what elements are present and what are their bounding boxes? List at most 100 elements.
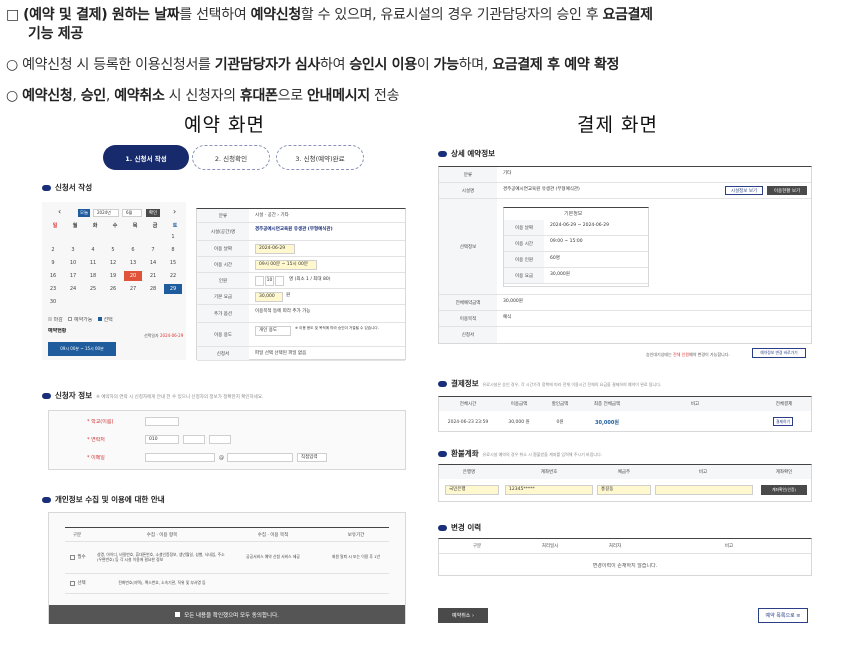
- email-id-input[interactable]: [145, 453, 215, 462]
- refund-header: 비고: [698, 470, 708, 475]
- form-input[interactable]: 30,000: [255, 292, 283, 302]
- calendar-day[interactable]: 24: [64, 284, 82, 294]
- calendar-day[interactable]: 18: [84, 271, 102, 281]
- selection-sub-label: 이용 인원: [504, 252, 544, 267]
- step-2[interactable]: 2. 신청확인: [192, 145, 270, 170]
- agree-all-label: 모든 내용을 확인했으며 모두 동의합니다.: [184, 612, 279, 619]
- step-3[interactable]: 3. 신청(예약)완료: [276, 145, 364, 170]
- intro-text-run: 를 선택하여: [179, 7, 251, 23]
- cancel-reservation-button[interactable]: 예약취소 ›: [438, 608, 488, 623]
- calendar-day[interactable]: 8: [164, 245, 182, 255]
- reservation-list-button[interactable]: 예약 목록으로 ≡: [758, 608, 808, 623]
- calendar-day[interactable]: 27: [124, 284, 142, 294]
- calendar-day[interactable]: 23: [44, 284, 62, 294]
- calendar-day[interactable]: 4: [84, 245, 102, 255]
- phone-prefix-select[interactable]: 010: [145, 435, 179, 444]
- basic-info-title: 기본정보: [564, 211, 583, 217]
- change-reservation-button[interactable]: 예약정보 변경 바로가기: [752, 348, 806, 358]
- guest-minus-button[interactable]: [255, 276, 264, 286]
- checkbox-icon[interactable]: [175, 612, 181, 617]
- privacy-header-type: 구분: [72, 533, 82, 538]
- privacy-type-optional: 선택: [77, 581, 86, 586]
- privacy-items-required: 성명, 아이디, 비밀번호, 휴대폰번호, 소셜인증정보, 생년월일, 성별, …: [97, 552, 225, 562]
- facility-info-button[interactable]: 시설정보 보기: [725, 186, 763, 195]
- calendar-day[interactable]: 1: [164, 232, 182, 242]
- calendar-day[interactable]: 12: [104, 258, 122, 268]
- calendar-day[interactable]: 6: [124, 245, 142, 255]
- guest-count-input[interactable]: 10: [265, 276, 274, 286]
- change-note-highlight: 전체 인원: [673, 352, 690, 357]
- selection-sub-value: 60명: [550, 256, 560, 261]
- calendar-day[interactable]: 9: [44, 258, 62, 268]
- calendar-prev-icon[interactable]: ‹: [58, 208, 61, 216]
- purpose-select[interactable]: 개인 용도: [255, 326, 291, 336]
- usage-status-button[interactable]: 이용현황 보기: [767, 186, 807, 195]
- phone-last-input[interactable]: [209, 435, 231, 444]
- step-1[interactable]: 1. 신청서 작성: [103, 145, 189, 170]
- pay-header: 전체결제: [775, 402, 793, 407]
- calendar-day[interactable]: 10: [64, 258, 82, 268]
- calendar-day[interactable]: 17: [64, 271, 82, 281]
- calendar-year-select[interactable]: 2024년: [93, 209, 119, 217]
- form-label: 기본 요금: [197, 289, 249, 304]
- calendar-day[interactable]: 2: [44, 245, 62, 255]
- email-domain-select[interactable]: 직접입력: [297, 453, 327, 462]
- selection-sub-label: 이용 날짜: [504, 220, 544, 235]
- calendar-confirm-button[interactable]: 확인: [146, 209, 160, 217]
- form-input[interactable]: 09시 00분 ~ 15시 00분: [255, 260, 317, 270]
- checkbox-icon[interactable]: [70, 554, 76, 560]
- refund-bank-select[interactable]: 국민은행: [445, 485, 499, 495]
- calendar-weekday: 수: [112, 223, 118, 229]
- intro-bold: 승인: [80, 88, 106, 104]
- calendar-legend: 마감 예약가능 선택: [48, 317, 113, 324]
- calendar-day[interactable]: 3: [64, 245, 82, 255]
- calendar-day[interactable]: 16: [44, 271, 62, 281]
- calendar-day[interactable]: 29: [164, 284, 182, 294]
- checkbox-icon[interactable]: [70, 580, 76, 586]
- time-slot-button[interactable]: 09시 00분 ~ 15시 00분: [48, 342, 116, 356]
- calendar-next-icon[interactable]: ›: [173, 208, 176, 216]
- refund-account-input[interactable]: 12345*****: [505, 485, 593, 495]
- pay-button[interactable]: 결제하기: [773, 417, 793, 426]
- reservation-screen-caption: 예약 화면: [184, 114, 265, 136]
- guest-plus-button[interactable]: [275, 276, 284, 286]
- calendar-day[interactable]: 5: [104, 245, 122, 255]
- calendar-day[interactable]: 13: [124, 258, 142, 268]
- calendar-day[interactable]: 19: [104, 271, 122, 281]
- detail-label: 신청서: [439, 327, 497, 343]
- calendar-day[interactable]: 7: [144, 245, 162, 255]
- calendar-day[interactable]: 14: [144, 258, 162, 268]
- calendar-day[interactable]: 28: [144, 284, 162, 294]
- intro-line-2: ○ 예약신청 시 등록한 이용신청서를 기관담당자가 심사하여 승인시 이용이 …: [6, 56, 619, 75]
- calendar-day[interactable]: 15: [164, 258, 182, 268]
- calendar-day[interactable]: 11: [84, 258, 102, 268]
- calendar-month-select[interactable]: 6월: [122, 209, 142, 217]
- privacy-row-required: 필수 성명, 아이디, 비밀번호, 휴대폰번호, 소셜인증정보, 생년월일, 성…: [49, 545, 405, 569]
- applicant-name-input[interactable]: [145, 417, 179, 426]
- form-value: 이용목적 등에 따라 추가 가능: [255, 309, 311, 314]
- detail-value: 경주공예시연교육원 유생관 (무형예식관): [503, 187, 580, 192]
- calendar-today-button[interactable]: 오늘: [78, 209, 90, 217]
- refund-note-input[interactable]: [655, 485, 753, 495]
- intro-bold: 기관담당자가 심사: [214, 57, 321, 73]
- refund-verify-button[interactable]: 계좌확인(인증): [761, 485, 807, 495]
- phone-middle-input[interactable]: [183, 435, 205, 444]
- refund-holder-input[interactable]: 홍길동: [597, 485, 651, 495]
- calendar-day[interactable]: 26: [104, 284, 122, 294]
- arrow-right-icon: ›: [472, 612, 474, 619]
- calendar-day[interactable]: 30: [44, 297, 62, 307]
- calendar-day[interactable]: 25: [84, 284, 102, 294]
- agree-all-bar[interactable]: 모든 내용을 확인했으며 모두 동의합니다.: [49, 605, 405, 624]
- email-domain-input[interactable]: [227, 453, 293, 462]
- calendar-day[interactable]: 20: [124, 271, 142, 281]
- form-input[interactable]: 2024-06-29: [255, 244, 295, 254]
- section-title-detail: 상세 예약정보: [438, 148, 495, 159]
- history-header-row: 구분 처리일시 처리자 비고: [439, 539, 811, 553]
- calendar-day[interactable]: 22: [164, 271, 182, 281]
- privacy-required-cell[interactable]: 필수: [67, 545, 89, 569]
- form-label: 이용 용도: [197, 323, 249, 346]
- refund-header: 계좌번호: [540, 470, 558, 475]
- privacy-optional-cell[interactable]: 선택: [67, 575, 89, 591]
- calendar-day[interactable]: 21: [144, 271, 162, 281]
- intro-bold: 예약신청: [250, 7, 302, 23]
